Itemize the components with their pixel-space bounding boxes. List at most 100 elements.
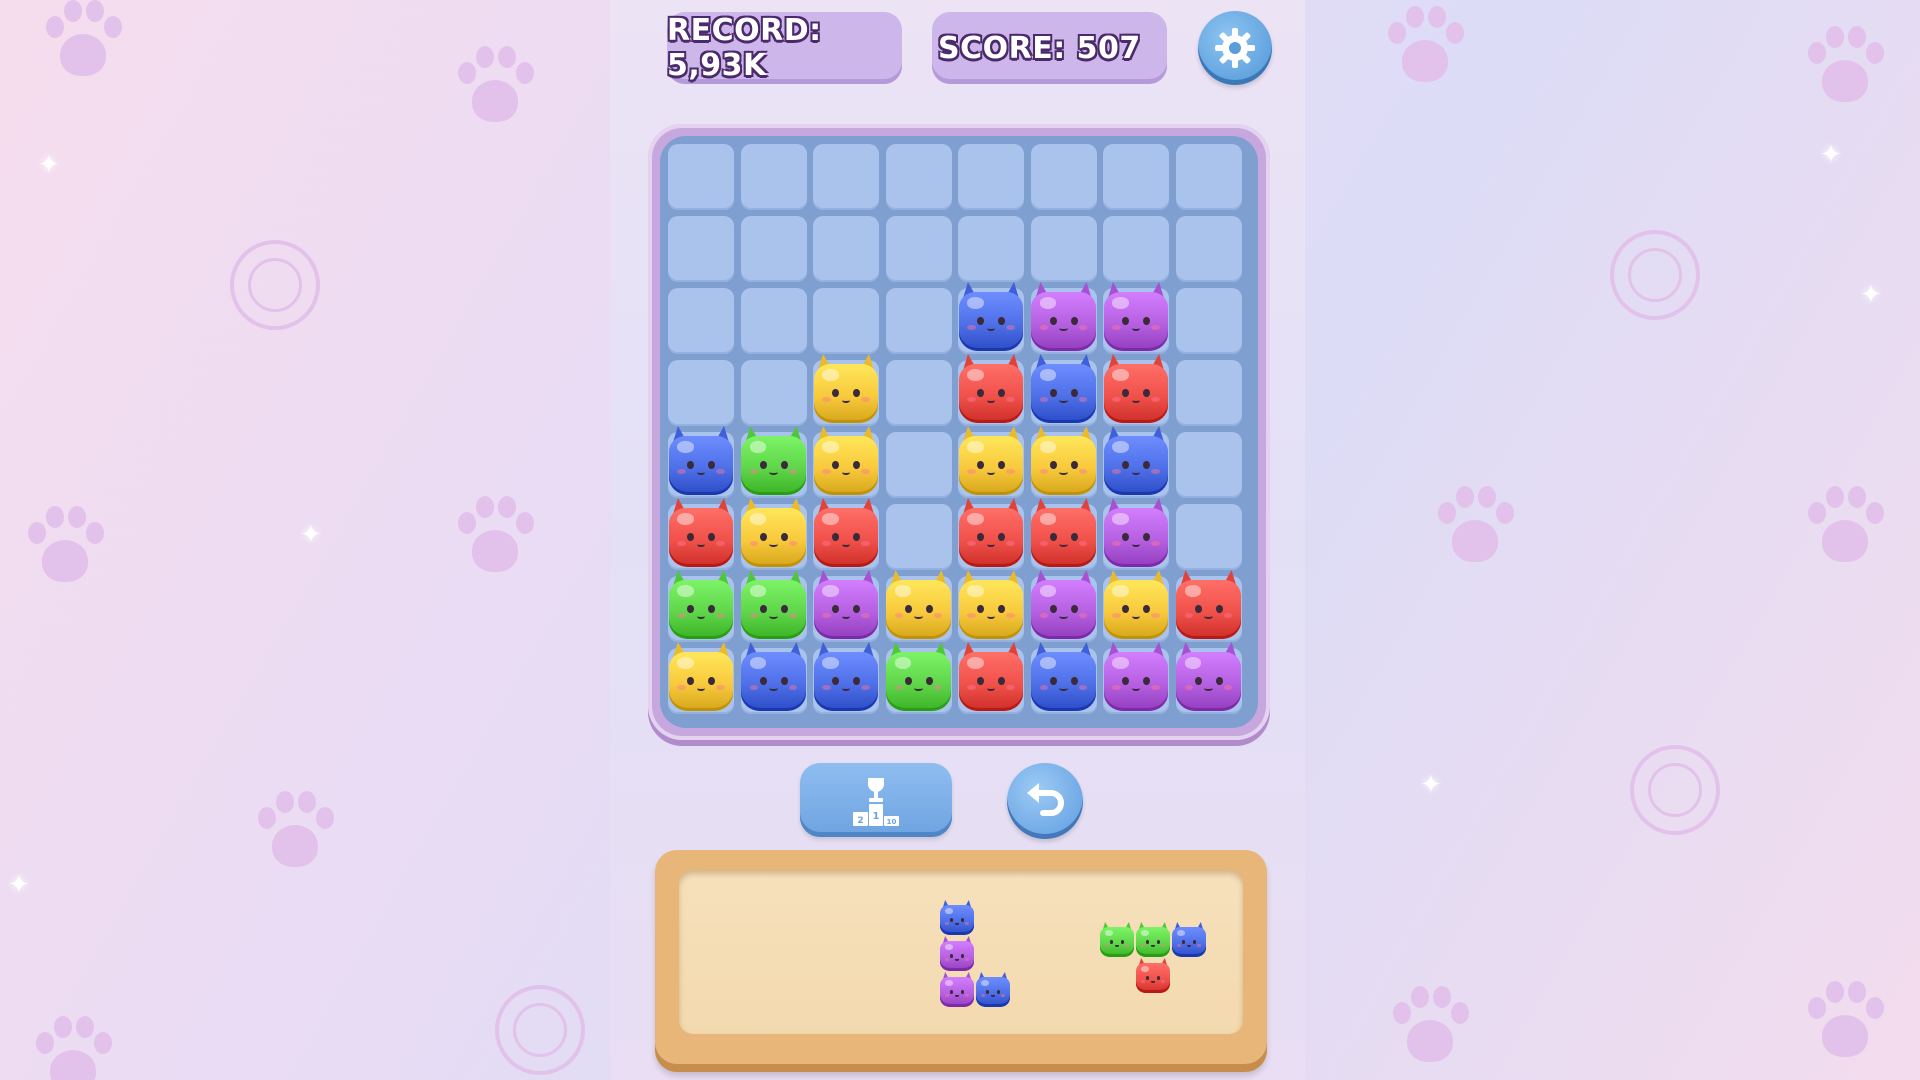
cat-block-blue <box>956 282 1026 352</box>
cat-block-yellow <box>956 570 1026 640</box>
board-cell[interactable] <box>1030 144 1097 210</box>
board-grid[interactable] <box>660 136 1258 728</box>
piece-cat-red <box>1135 958 1171 994</box>
piece-cat-purple <box>939 972 975 1008</box>
cat-block-red <box>666 498 736 568</box>
paw-print-icon <box>20 500 110 600</box>
board-cell[interactable] <box>668 144 734 210</box>
paw-print-icon <box>1430 480 1520 580</box>
board-cell[interactable] <box>1175 144 1242 210</box>
piece-tray <box>655 850 1267 1072</box>
sparkle-icon: ✦ <box>1420 770 1442 800</box>
cat-block-blue <box>739 642 809 712</box>
board-cell[interactable] <box>1030 216 1097 282</box>
cat-block-blue <box>1029 642 1099 712</box>
cat-block-yellow <box>811 426 881 496</box>
piece-cat-blue <box>975 972 1011 1008</box>
leaderboard-button[interactable]: 2 1 10 <box>800 763 952 837</box>
cat-block-yellow <box>884 570 954 640</box>
piece-cat-blue <box>1171 922 1207 958</box>
cat-block-yellow <box>811 354 881 424</box>
board-cell[interactable] <box>740 288 807 354</box>
cat-block-purple <box>1101 642 1171 712</box>
sparkle-icon: ✦ <box>1860 280 1882 310</box>
paw-print-icon <box>250 785 340 885</box>
settings-button[interactable] <box>1198 11 1272 85</box>
board-cell[interactable] <box>1175 216 1242 282</box>
cat-block-blue <box>666 426 736 496</box>
undo-arrow-icon <box>1027 783 1064 816</box>
yarn-ball-icon <box>495 985 585 1075</box>
record-display: RECORD: 5,93K <box>667 12 902 84</box>
board-cell[interactable] <box>740 360 807 426</box>
cat-block-green <box>884 642 954 712</box>
cat-block-blue <box>1101 426 1171 496</box>
trophy-podium-icon: 2 1 10 <box>853 778 899 826</box>
cat-block-purple <box>1101 282 1171 352</box>
board-cell[interactable] <box>668 360 734 426</box>
cat-block-yellow <box>1101 570 1171 640</box>
undo-button[interactable] <box>1007 763 1083 839</box>
piece-tray-inner <box>679 870 1243 1034</box>
board-cell[interactable] <box>668 216 734 282</box>
yarn-ball-icon <box>1610 230 1700 320</box>
game-board <box>648 124 1270 740</box>
podium-place-2: 2 <box>857 816 863 826</box>
cat-block-purple <box>1029 570 1099 640</box>
board-cell[interactable] <box>885 432 952 498</box>
board-cell[interactable] <box>740 216 807 282</box>
board-cell[interactable] <box>1103 216 1169 282</box>
paw-print-icon <box>1380 0 1470 100</box>
board-cell[interactable] <box>740 144 807 210</box>
paw-print-icon <box>1800 480 1890 580</box>
cat-block-green <box>739 570 809 640</box>
paw-print-icon <box>1385 980 1475 1080</box>
cat-block-red <box>1174 570 1244 640</box>
sparkle-icon: ✦ <box>300 520 322 550</box>
paw-print-icon <box>1800 975 1890 1075</box>
board-cell[interactable] <box>813 216 879 282</box>
board-cell[interactable] <box>813 144 879 210</box>
sparkle-icon: ✦ <box>1820 140 1842 170</box>
score-display: SCORE: 507 <box>932 12 1167 84</box>
board-cell[interactable] <box>1175 288 1242 354</box>
cat-block-yellow <box>666 642 736 712</box>
gear-icon <box>1215 28 1255 68</box>
paw-print-icon <box>450 490 540 590</box>
cat-block-purple <box>1101 498 1171 568</box>
score-label: SCORE: 507 <box>938 30 1141 66</box>
cat-block-green <box>739 426 809 496</box>
piece-cat-blue <box>939 900 975 936</box>
piece-cat-purple <box>939 936 975 972</box>
piece-cat-green <box>1099 922 1135 958</box>
board-cell[interactable] <box>885 144 952 210</box>
board-cell[interactable] <box>958 216 1024 282</box>
board-cell[interactable] <box>958 144 1024 210</box>
cat-block-purple <box>1174 642 1244 712</box>
sparkle-icon: ✦ <box>38 150 60 180</box>
yarn-ball-icon <box>1630 745 1720 835</box>
cat-block-green <box>666 570 736 640</box>
board-cell[interactable] <box>1175 360 1242 426</box>
cat-block-red <box>956 498 1026 568</box>
sparkle-icon: ✦ <box>8 870 30 900</box>
board-cell[interactable] <box>1103 144 1169 210</box>
board-cell[interactable] <box>885 504 952 570</box>
board-cell[interactable] <box>885 216 952 282</box>
cat-block-blue <box>811 642 881 712</box>
board-cell[interactable] <box>885 360 952 426</box>
podium-place-10: 10 <box>887 818 897 826</box>
cat-block-purple <box>811 570 881 640</box>
record-label: RECORD: 5,93K <box>667 13 822 83</box>
cat-block-red <box>1101 354 1171 424</box>
cat-block-red <box>811 498 881 568</box>
board-cell[interactable] <box>813 288 879 354</box>
board-cell[interactable] <box>668 288 734 354</box>
board-cell[interactable] <box>1175 432 1242 498</box>
cat-block-red <box>1029 498 1099 568</box>
cat-block-red <box>956 642 1026 712</box>
cat-block-yellow <box>739 498 809 568</box>
paw-print-icon <box>28 1010 118 1080</box>
board-cell[interactable] <box>885 288 952 354</box>
board-cell[interactable] <box>1175 504 1242 570</box>
